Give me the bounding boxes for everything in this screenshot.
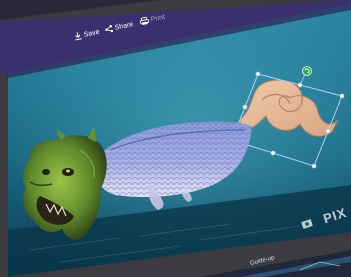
photo-of-screen <box>0 0 351 277</box>
resize-handle[interactable] <box>255 71 261 77</box>
download-icon <box>75 32 82 41</box>
resize-handle[interactable] <box>311 163 317 169</box>
resize-handle[interactable] <box>339 93 345 99</box>
scene-svg <box>0 0 351 277</box>
share-icon <box>105 25 114 33</box>
resize-handle[interactable] <box>325 128 331 134</box>
rotate-handle-icon[interactable] <box>302 66 312 76</box>
resize-handle[interactable] <box>242 104 248 110</box>
resize-handle[interactable] <box>270 150 276 156</box>
